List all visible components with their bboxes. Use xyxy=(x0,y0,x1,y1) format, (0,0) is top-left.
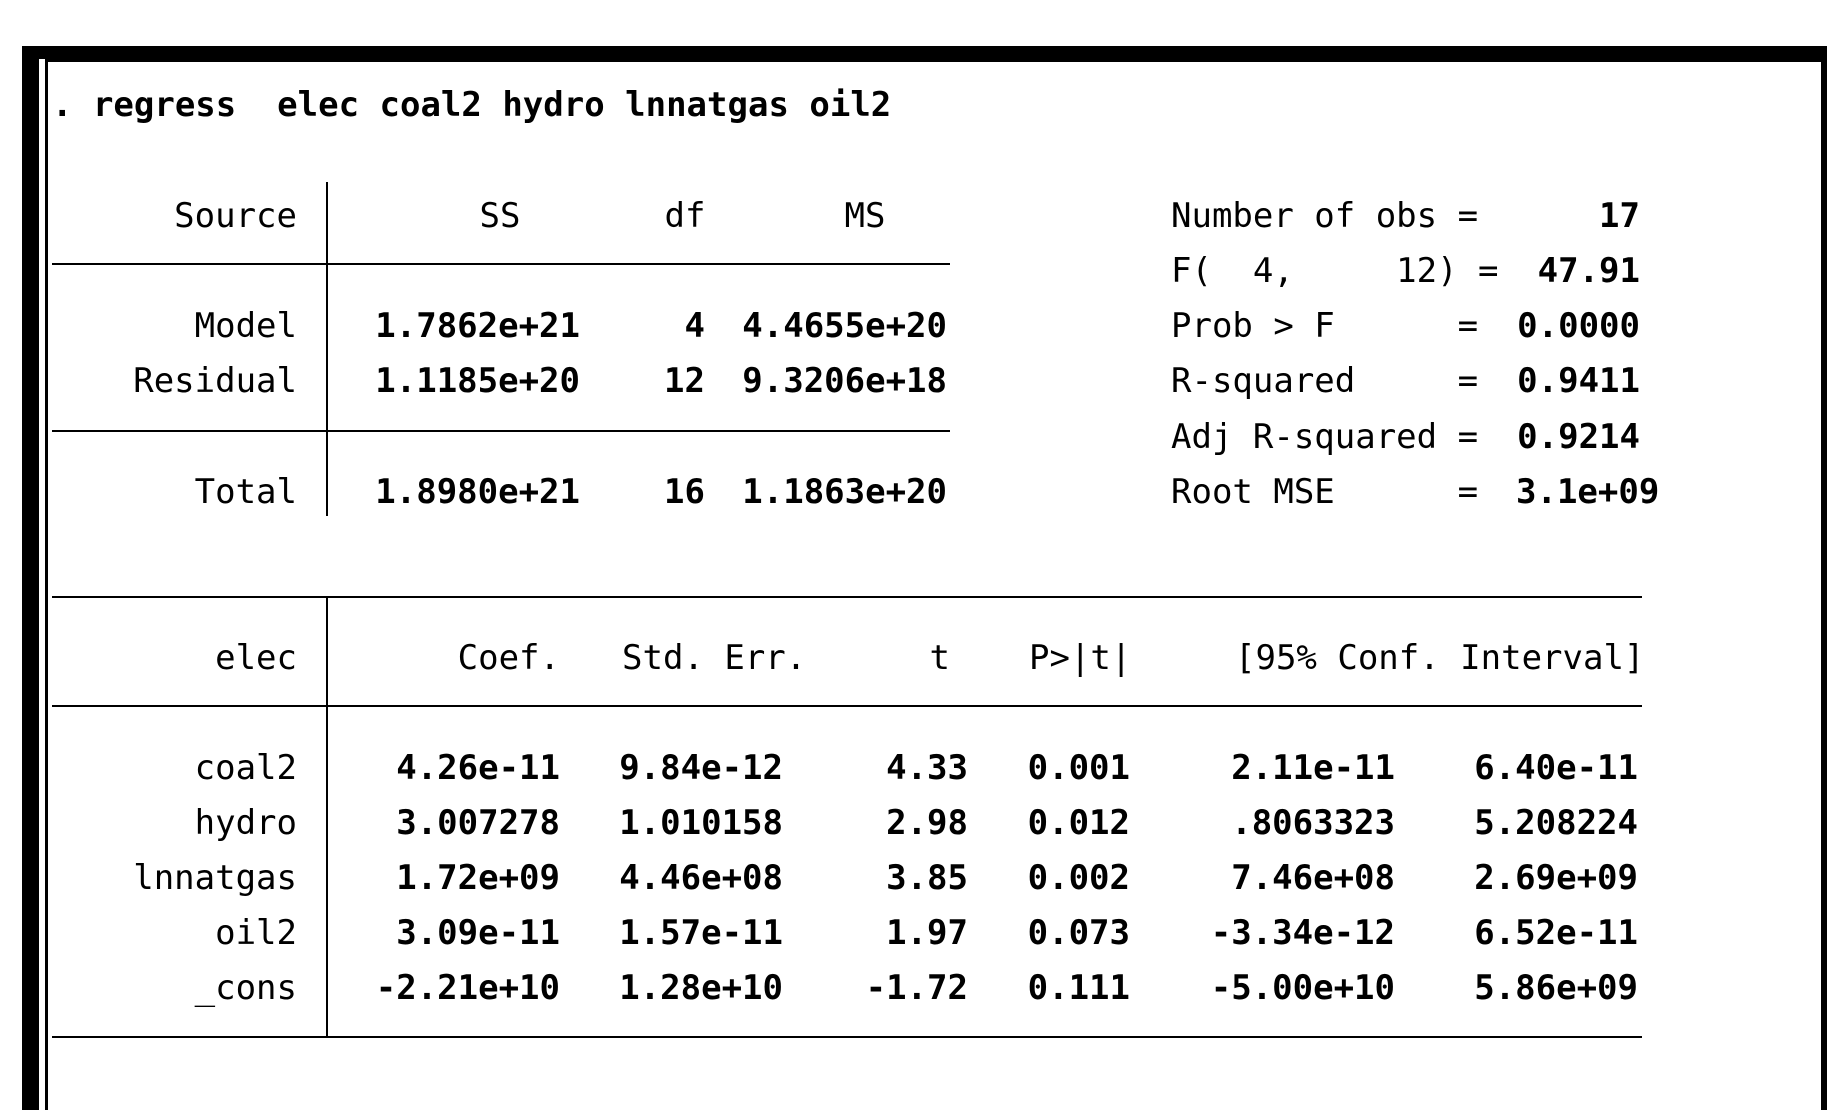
anova-row-model-ss: 1.7862e+21 xyxy=(375,306,580,346)
coef-header-se: Std. Err. xyxy=(622,638,807,678)
coef-row-ci-high: 6.52e-11 xyxy=(1474,913,1638,953)
stat-value-r2: 0.9411 xyxy=(1517,361,1640,401)
coef-header-rule xyxy=(52,705,1642,707)
coef-row-se: 4.46e+08 xyxy=(619,858,783,898)
coef-row-t: 4.33 xyxy=(886,748,968,788)
coef-row-coef: -2.21e+10 xyxy=(375,968,560,1008)
stat-value-nobs: 17 xyxy=(1599,196,1640,236)
stat-label-f: F( 4, 12) = xyxy=(1171,251,1499,291)
coef-row-ci-high: 6.40e-11 xyxy=(1474,748,1638,788)
panel-border-top xyxy=(45,59,1827,62)
coef-row-ci-high: 5.208224 xyxy=(1474,803,1638,843)
anova-row-residual-source: Residual xyxy=(133,361,297,401)
coef-row-var: _cons xyxy=(194,968,297,1008)
anova-row-total-source: Total xyxy=(194,472,297,512)
coef-row-coef: 3.09e-11 xyxy=(396,913,560,953)
coef-row-var: lnnatgas xyxy=(133,858,297,898)
coef-row-var: hydro xyxy=(194,803,297,843)
stat-label-rmse: Root MSE = xyxy=(1171,472,1479,512)
stat-label-prob: Prob > F = xyxy=(1171,306,1479,346)
anova-row-total-ms: 1.1863e+20 xyxy=(742,472,947,512)
coef-header-ci: [95% Conf. Interval] xyxy=(1235,638,1645,678)
anova-column-divider xyxy=(326,182,328,516)
coef-top-rule xyxy=(52,596,1642,598)
coef-row-ci-low: 7.46e+08 xyxy=(1231,858,1395,898)
coef-row-ci-low: 2.11e-11 xyxy=(1231,748,1395,788)
coef-header-t: t xyxy=(929,638,950,678)
anova-header-ss: SS xyxy=(479,196,521,236)
coef-row-p: 0.073 xyxy=(1027,913,1130,953)
anova-header-source: Source xyxy=(174,196,297,236)
anova-row-model-source: Model xyxy=(194,306,297,346)
coef-row-ci-high: 2.69e+09 xyxy=(1474,858,1638,898)
coef-row-p: 0.111 xyxy=(1027,968,1130,1008)
coef-row-se: 1.57e-11 xyxy=(619,913,783,953)
coef-row-coef: 4.26e-11 xyxy=(396,748,560,788)
coef-header-p: P>|t| xyxy=(1029,638,1132,678)
coef-row-p: 0.002 xyxy=(1027,858,1130,898)
coef-row-var: oil2 xyxy=(215,913,297,953)
coef-row-se: 1.010158 xyxy=(619,803,783,843)
coef-row-var: coal2 xyxy=(194,748,297,788)
anova-row-residual-df: 12 xyxy=(664,361,705,401)
coef-row-ci-low: .8063323 xyxy=(1231,803,1395,843)
anova-row-total-df: 16 xyxy=(664,472,705,512)
stat-label-r2: R-squared = xyxy=(1171,361,1479,401)
coef-row-p: 0.001 xyxy=(1027,748,1130,788)
stat-label-nobs: Number of obs = xyxy=(1171,196,1479,236)
coef-row-t: -1.72 xyxy=(865,968,968,1008)
coef-row-se: 9.84e-12 xyxy=(619,748,783,788)
coef-row-coef: 3.007278 xyxy=(396,803,560,843)
coef-row-p: 0.012 xyxy=(1027,803,1130,843)
stat-value-f: 47.91 xyxy=(1537,251,1640,291)
coef-row-coef: 1.72e+09 xyxy=(396,858,560,898)
coef-row-se: 1.28e+10 xyxy=(619,968,783,1008)
coef-column-divider xyxy=(326,596,328,1038)
anova-row-total-ss: 1.8980e+21 xyxy=(375,472,580,512)
anova-header-rule xyxy=(52,263,950,265)
anova-row-model-ms: 4.4655e+20 xyxy=(742,306,947,346)
coef-row-t: 1.97 xyxy=(886,913,968,953)
coef-row-ci-low: -5.00e+10 xyxy=(1210,968,1395,1008)
coef-bottom-rule xyxy=(52,1036,1642,1038)
coef-row-ci-high: 5.86e+09 xyxy=(1474,968,1638,1008)
anova-total-rule xyxy=(52,430,950,432)
stat-value-prob: 0.0000 xyxy=(1517,306,1640,346)
stat-value-rmse: 3.1e+09 xyxy=(1516,472,1660,512)
panel-border-right xyxy=(1821,59,1827,1110)
panel-border-left xyxy=(45,59,48,1110)
coef-header-coef: Coef. xyxy=(457,638,560,678)
anova-header-ms: MS xyxy=(844,196,886,236)
anova-header-df: df xyxy=(664,196,706,236)
coef-row-t: 3.85 xyxy=(886,858,968,898)
anova-row-residual-ss: 1.1185e+20 xyxy=(375,361,580,401)
stat-value-adjr2: 0.9214 xyxy=(1517,417,1640,457)
coef-row-ci-low: -3.34e-12 xyxy=(1210,913,1395,953)
anova-row-model-df: 4 xyxy=(684,306,705,346)
coef-header-var: elec xyxy=(215,638,297,678)
stat-label-adjr2: Adj R-squared = xyxy=(1171,417,1479,457)
anova-row-residual-ms: 9.3206e+18 xyxy=(742,361,947,401)
coef-row-t: 2.98 xyxy=(886,803,968,843)
command-line: . regress elec coal2 hydro lnnatgas oil2 xyxy=(52,85,892,125)
